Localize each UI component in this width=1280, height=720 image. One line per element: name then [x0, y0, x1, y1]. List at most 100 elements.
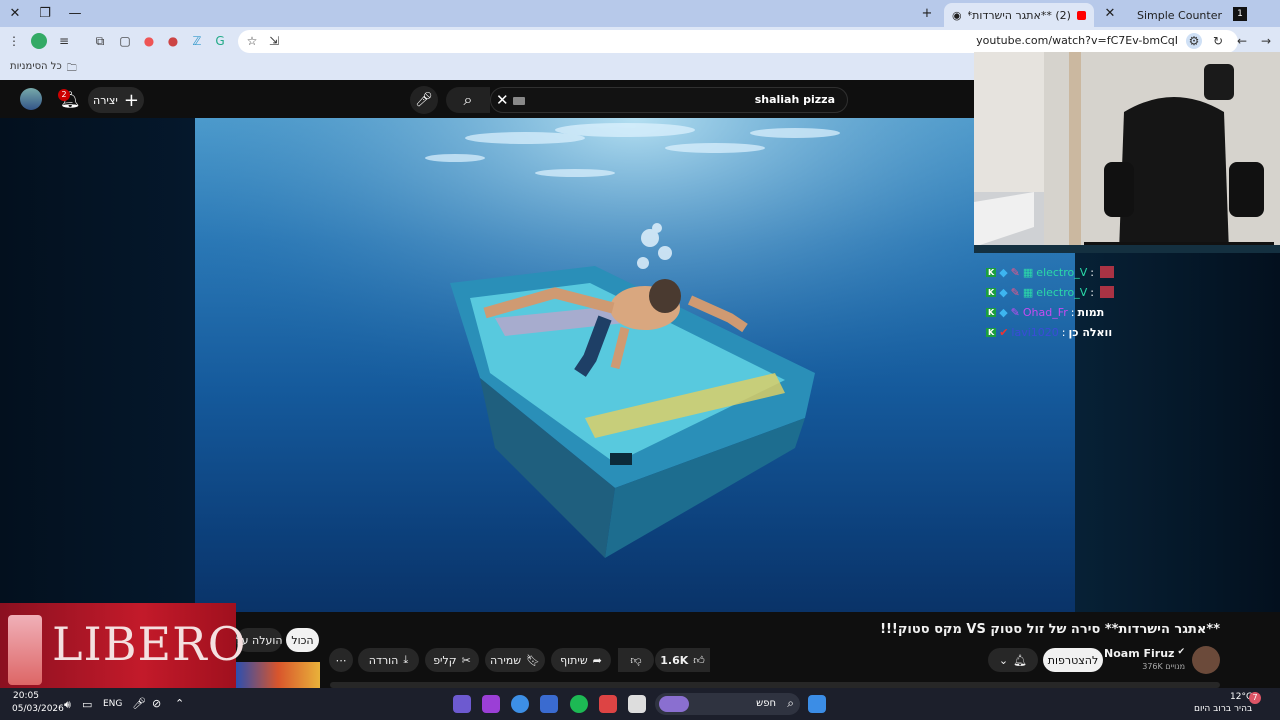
chat-divider — [974, 245, 1280, 253]
chat-separator: : — [1070, 305, 1075, 319]
keyboard-icon[interactable] — [513, 97, 525, 105]
discord-icon[interactable] — [453, 695, 471, 713]
create-button[interactable]: יצירה + — [88, 87, 144, 113]
reload-icon[interactable]: ↻ — [1210, 33, 1226, 49]
network-icon[interactable]: ⊘ — [152, 697, 161, 710]
check-icon: ✔ — [999, 325, 1009, 339]
file-explorer-icon[interactable] — [628, 695, 646, 713]
back-icon[interactable]: ← — [1234, 33, 1250, 49]
all-bookmarks-label: כל הסימניות — [10, 61, 62, 72]
chevron-up-icon[interactable]: ⌃ — [175, 697, 184, 710]
chrome-icon[interactable] — [511, 695, 529, 713]
ad-brand: LIBERO — [52, 617, 247, 671]
channel-name[interactable]: Noam Firuz ✔ — [1104, 647, 1185, 660]
save-button[interactable]: שמירה 🔖︎ — [485, 648, 545, 672]
minimize-window-icon[interactable]: — — [64, 4, 86, 24]
restore-window-icon[interactable]: ❐ — [34, 4, 56, 24]
pencil-icon: ✎ — [1010, 305, 1020, 319]
libero-ad[interactable]: LIBERO — [0, 603, 245, 689]
emote-icon — [1100, 286, 1115, 298]
chat-message: K ◆ ✎ ▦ electro_V : — [986, 263, 1115, 281]
forward-icon[interactable]: → — [1258, 33, 1274, 49]
clock-date: 05/03/2026 — [12, 704, 64, 714]
install-app-icon[interactable]: ⇲ — [266, 33, 282, 49]
profile-icon[interactable] — [31, 33, 47, 49]
language-indicator[interactable]: ENG — [103, 699, 122, 709]
thumbs-down-icon: 👎︎ — [630, 653, 642, 667]
url-text: youtube.com/watch?v=fC7Ev-bmCqI — [976, 34, 1178, 47]
video-frame — [195, 118, 1075, 612]
recommended-thumbnail[interactable] — [236, 662, 320, 688]
thumbs-up-icon: 👍︎ — [693, 653, 705, 667]
app-icon[interactable] — [599, 695, 617, 713]
search-input[interactable]: ✕ shaliah pizza — [490, 87, 848, 113]
microphone-icon[interactable]: 🎤︎ — [132, 697, 146, 710]
chat-separator: : — [1090, 265, 1095, 279]
site-settings-icon[interactable]: ⚙ — [1186, 33, 1202, 49]
webcam-image — [974, 52, 1280, 253]
close-window-icon[interactable]: ✕ — [4, 4, 26, 24]
extension-icon[interactable]: ▢ — [117, 33, 133, 49]
dislike-button[interactable]: 👎︎ — [618, 648, 654, 672]
clock-time: 20:05 — [13, 691, 39, 701]
chat-username: Ohad_Fr — [1022, 305, 1068, 319]
save-label: שמירה — [489, 653, 522, 667]
windows-start-icon[interactable] — [808, 695, 826, 713]
filter-chip-all[interactable]: הכול — [286, 628, 319, 652]
clip-button[interactable]: קליפ ✂ — [425, 648, 479, 672]
extensions-icon[interactable]: ⧉ — [92, 33, 108, 49]
all-bookmarks[interactable]: כל הסימניות 🗀 — [10, 61, 77, 78]
share-icon: ➦ — [592, 653, 602, 667]
avatar[interactable] — [20, 88, 42, 110]
download-button[interactable]: הורדה ⤓ — [358, 648, 419, 672]
clear-search-icon[interactable]: ✕ — [496, 91, 509, 109]
notification-count-badge: 2 — [58, 89, 70, 101]
grammarly-icon[interactable]: G — [212, 33, 228, 49]
tab-title: (2) **אתגר הישרדות** סירה — [968, 8, 1071, 22]
reading-list-icon[interactable]: ≡ — [56, 33, 72, 49]
address-bar[interactable]: ☆ ⇲ youtube.com/watch?v=fC7Ev-bmCqI ⚙ — [238, 30, 1238, 53]
tab-youtube[interactable]: (2) **אתגר הישרדות** סירה ◉ — [944, 3, 1094, 27]
channel-avatar[interactable] — [1192, 646, 1220, 674]
grid-icon: ▦ — [1022, 285, 1034, 299]
display-icon[interactable]: ▭ — [82, 698, 92, 711]
search-query: shaliah pizza — [754, 93, 835, 106]
join-button[interactable]: להצטרפות — [1043, 648, 1103, 672]
emote-icon — [1100, 266, 1115, 278]
app-icon[interactable] — [482, 695, 500, 713]
new-tab-icon[interactable]: + — [916, 4, 938, 24]
extension-icon[interactable]: ● — [141, 33, 157, 49]
more-actions-icon[interactable]: ⋯ — [329, 648, 353, 672]
search-button[interactable]: ⌕ — [446, 87, 490, 113]
webcam-overlay — [974, 52, 1280, 253]
video-player[interactable] — [195, 118, 1075, 612]
verified-icon: ✔ — [1177, 647, 1185, 657]
download-icon: ⤓ — [403, 653, 409, 666]
download-label: הורדה — [368, 653, 399, 667]
voice-search-icon[interactable]: 🎤︎ — [410, 86, 438, 114]
chat-text: תמות — [1077, 305, 1105, 319]
tab-title: Simple Counter — [1136, 8, 1222, 22]
bookmark-star-icon[interactable]: ☆ — [244, 33, 260, 49]
subscriber-count: 376K מנויים — [1142, 662, 1185, 671]
menu-dots-icon[interactable]: ⋮ — [6, 33, 22, 49]
chat-username: lavi1020 — [1011, 325, 1059, 339]
extension-icon[interactable]: ● — [165, 33, 181, 49]
chat-separator: : — [1061, 325, 1066, 339]
volume-icon[interactable]: 🔊︎ — [64, 698, 71, 712]
tab-search-icon[interactable]: 1 — [1233, 7, 1247, 21]
search-highlight-image — [659, 696, 689, 712]
like-button[interactable]: 1.6K 👍︎ — [655, 648, 710, 672]
close-tab-icon[interactable]: ✕ — [1099, 4, 1121, 24]
taskbar-search-box[interactable]: חפש ⌕ — [655, 693, 800, 715]
channel-name-text: Noam Firuz — [1104, 647, 1175, 660]
diamond-icon: ◆ — [999, 305, 1008, 319]
spotify-icon[interactable] — [570, 695, 588, 713]
weather-desc: בהיר ברוב היום — [1194, 704, 1253, 714]
subscribed-button[interactable]: ⌄ 🔔︎ — [988, 648, 1038, 672]
plus-icon: + — [123, 89, 139, 111]
chat-message: K ✔ lavi1020 : וואלה כן — [986, 323, 1112, 341]
apps-grid-icon[interactable] — [540, 695, 558, 713]
share-button[interactable]: שיתוף ➦ — [551, 648, 611, 672]
extension-icon[interactable]: ℤ — [189, 33, 205, 49]
